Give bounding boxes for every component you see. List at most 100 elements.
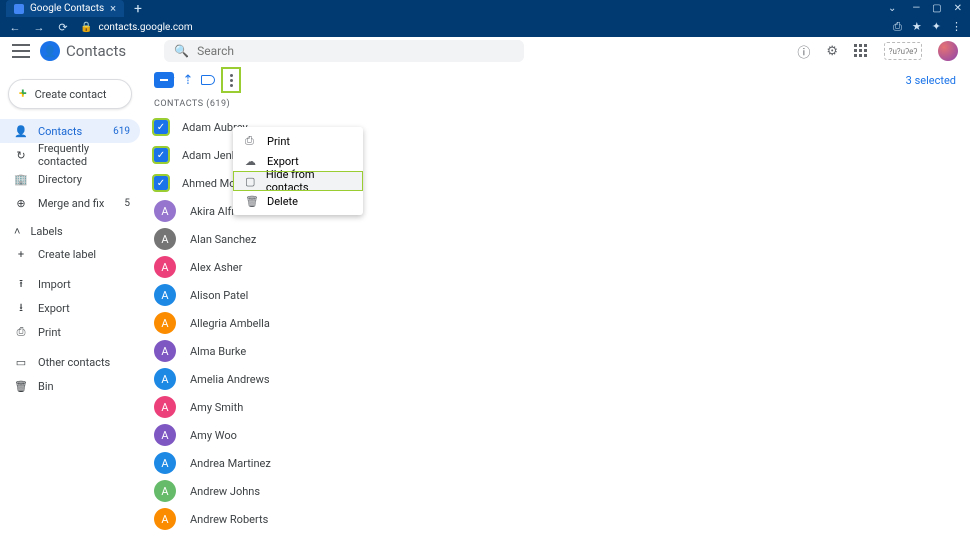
app-logo[interactable]: 👤 Contacts (40, 41, 126, 61)
contact-row[interactable]: AAlison Patel (140, 281, 970, 309)
chevron-down-icon: ▾ (170, 75, 175, 85)
search-icon: 🔍 (174, 44, 189, 58)
app-name: Contacts (66, 42, 126, 60)
bookmark-icon[interactable]: ★ (912, 20, 922, 34)
sidebar-create-label[interactable]: + Create label (0, 242, 140, 266)
nav-icon: 👤 (14, 125, 28, 138)
browser-tab-strip: Google Contacts × + ⌄ — ▢ ✕ (0, 0, 970, 17)
contact-name: Andrea Martinez (190, 457, 271, 470)
google-apps-icon[interactable] (854, 44, 868, 58)
sidebar-item-merge-and-fix[interactable]: ⊕ Merge and fix 5 (0, 191, 140, 215)
new-tab-button[interactable]: + (130, 2, 146, 16)
row-checkbox[interactable]: ✓ (154, 148, 168, 162)
tab-title: Google Contacts (30, 3, 104, 14)
contact-avatar: A (154, 340, 176, 362)
menu-hide-from-contacts[interactable]: ▢ Hide from contacts (233, 171, 363, 191)
nav-icon: ⊕ (14, 197, 28, 210)
main-menu-icon[interactable] (12, 44, 30, 58)
selected-count: 3 selected (906, 74, 956, 87)
chevron-up-icon: ˄ (14, 225, 20, 238)
row-checkbox[interactable]: ✓ (154, 120, 168, 134)
merge-icon[interactable]: ⇡ (183, 73, 194, 88)
contact-name: Alan Sanchez (190, 233, 256, 246)
url-box[interactable]: 🔒 contacts.google.com (80, 22, 193, 33)
more-actions-menu: ⎙ Print ☁ Export ▢ Hide from contacts 🗑 … (233, 127, 363, 215)
sidebar-print[interactable]: ⎙ Print (0, 320, 140, 344)
browser-tab[interactable]: Google Contacts × (6, 0, 124, 17)
settings-gear-icon[interactable]: ⚙ (826, 44, 838, 59)
sidebar-item-contacts[interactable]: 👤 Contacts 619 (0, 119, 140, 143)
contact-name: Alma Burke (190, 345, 246, 358)
app-header: 👤 Contacts 🔍 ⓘ ⚙ ?u?uʔeʔ (0, 37, 970, 65)
contacts-logo-icon: 👤 (40, 41, 60, 61)
hide-icon: ▢ (245, 175, 256, 188)
lock-icon: 🔒 (80, 22, 92, 33)
contact-name: Alex Asher (190, 261, 242, 274)
tab-close-icon[interactable]: × (110, 2, 116, 15)
menu-delete[interactable]: 🗑 Delete (233, 191, 363, 211)
contact-row[interactable]: AAllegria Ambella (140, 309, 970, 337)
contact-row[interactable]: A Amy Smith (140, 393, 970, 421)
upload-icon: ⭱ (14, 275, 28, 294)
nav-forward-icon[interactable]: → (32, 21, 46, 34)
window-maximize-icon[interactable]: ▢ (932, 3, 941, 14)
contact-row[interactable]: A Andrea Martinez (140, 449, 970, 477)
menu-print[interactable]: ⎙ Print (233, 131, 363, 151)
download-icon: ⭳ (14, 299, 28, 318)
extensions-icon[interactable]: ✦ (932, 20, 941, 34)
plus-icon: + (14, 248, 28, 261)
contact-avatar: A (154, 396, 176, 418)
account-avatar[interactable] (938, 41, 958, 61)
row-checkbox[interactable]: ✓ (154, 176, 168, 190)
sidebar-other-contacts[interactable]: ▭ Other contacts (0, 350, 140, 374)
help-icon[interactable]: ⓘ (797, 42, 810, 61)
contact-avatar: A (154, 228, 176, 250)
sidebar-item-directory[interactable]: 🏢 Directory (0, 167, 140, 191)
more-vert-icon (230, 74, 233, 87)
sidebar-export[interactable]: ⭳ Export (0, 296, 140, 320)
print-icon: ⎙ (14, 325, 28, 339)
contact-avatar: A (154, 452, 176, 474)
plus-icon: + (19, 86, 27, 102)
nav-back-icon[interactable]: ← (8, 21, 22, 34)
print-icon: ⎙ (245, 134, 257, 148)
trash-icon: 🗑 (14, 380, 28, 393)
contact-row[interactable]: AAmelia Andrews (140, 365, 970, 393)
contact-avatar: A (154, 480, 176, 502)
search-box[interactable]: 🔍 (164, 40, 524, 62)
archive-icon: ▭ (14, 356, 28, 369)
tab-overflow-icon[interactable]: ⌄ (888, 3, 896, 14)
contact-row[interactable]: AAlex Asher (140, 253, 970, 281)
sidebar-import[interactable]: ⭱ Import (0, 272, 140, 296)
more-actions-button[interactable] (223, 69, 239, 91)
account-chip[interactable]: ?u?uʔeʔ (884, 42, 922, 60)
labels-section-toggle[interactable]: ˄ Labels (0, 221, 140, 242)
sidebar-item-frequently-contacted[interactable]: ↻ Frequently contacted (0, 143, 140, 167)
contact-row[interactable]: A Alma Burke (140, 337, 970, 365)
contact-row[interactable]: A Andrew Roberts (140, 505, 970, 533)
contact-name: Andrew Roberts (190, 513, 268, 526)
contact-name: Amelia Andrews (190, 373, 270, 386)
select-toggle[interactable]: ▾ (154, 72, 175, 88)
contact-avatar: A (154, 508, 176, 530)
create-contact-button[interactable]: + Create contact (8, 79, 132, 109)
contact-row[interactable]: AAndrew Johns (140, 477, 970, 505)
contact-name: Amy Smith (190, 401, 243, 414)
search-input[interactable] (197, 44, 514, 58)
nav-reload-icon[interactable]: ⟳ (56, 21, 70, 34)
window-close-icon[interactable]: ✕ (954, 3, 962, 14)
selection-toolbar: ▾ ⇡ 3 selected (140, 65, 970, 95)
window-minimize-icon[interactable]: — (912, 3, 920, 14)
contact-avatar: A (154, 284, 176, 306)
sidebar-bin[interactable]: 🗑 Bin (0, 374, 140, 398)
translate-icon[interactable]: ⎙ (893, 20, 902, 34)
label-icon[interactable] (201, 75, 215, 85)
contact-avatar: A (154, 200, 176, 222)
browser-menu-icon[interactable]: ⋮ (951, 20, 962, 34)
nav-label: Merge and fix (38, 197, 114, 210)
tab-favicon (14, 4, 24, 14)
contact-row[interactable]: AAmy Woo (140, 421, 970, 449)
nav-icon: ↻ (14, 149, 28, 162)
contact-row[interactable]: A Alan Sanchez (140, 225, 970, 253)
contact-name: Ahmed Mo (182, 177, 236, 190)
